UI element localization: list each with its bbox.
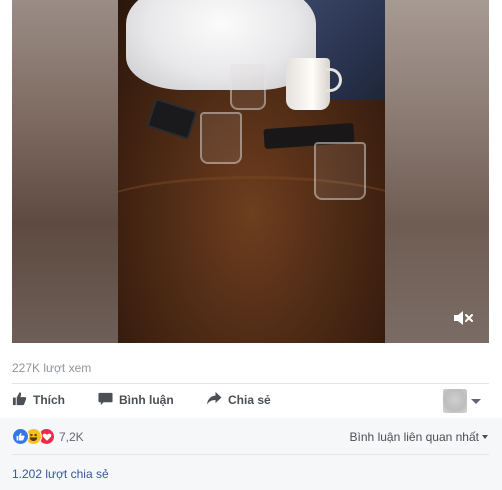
share-count-link[interactable]: 1.202 lượt chia sẻ	[12, 467, 109, 481]
divider	[12, 454, 489, 455]
share-button-label: Chia sẻ	[228, 393, 271, 407]
avatar	[443, 389, 467, 413]
share-arrow-icon	[206, 391, 228, 409]
video-glass	[200, 112, 242, 164]
reaction-summary[interactable]: 7,2K	[12, 428, 84, 445]
video-glass	[314, 142, 366, 200]
reaction-count: 7,2K	[59, 429, 84, 444]
like-button[interactable]: Thích	[12, 385, 65, 415]
like-reaction-icon	[12, 428, 29, 445]
video-blurred-border-left	[12, 0, 118, 343]
video-phone	[146, 97, 198, 141]
speaker-muted-icon[interactable]	[453, 309, 473, 327]
comment-button[interactable]: Bình luận	[98, 385, 174, 415]
reactions-footer: 7,2K Bình luận liên quan nhất 1.202 lượt…	[0, 418, 502, 490]
chevron-down-icon	[482, 435, 488, 439]
like-button-label: Thích	[33, 393, 65, 407]
action-bar: Thích Bình luận Chia sẻ	[12, 385, 489, 415]
speech-bubble-icon	[98, 391, 119, 409]
video-blurred-border-right	[385, 0, 489, 343]
post-as-selector[interactable]	[443, 389, 481, 413]
video-player[interactable]	[12, 0, 489, 343]
video-glass	[230, 64, 266, 110]
thumbs-up-icon	[12, 391, 33, 409]
share-button[interactable]: Chia sẻ	[206, 385, 271, 415]
comment-sort-dropdown[interactable]: Bình luận liên quan nhất	[350, 430, 488, 444]
comment-button-label: Bình luận	[119, 393, 174, 407]
video-frame[interactable]	[118, 0, 385, 343]
view-count: 227K lượt xem	[12, 361, 92, 375]
chevron-down-icon	[471, 398, 481, 404]
divider	[12, 383, 489, 384]
video-mug	[286, 58, 330, 110]
comment-sort-label: Bình luận liên quan nhất	[349, 430, 479, 444]
video-post: 227K lượt xem Thích Bình luận Chia sẻ 7,…	[0, 0, 502, 490]
